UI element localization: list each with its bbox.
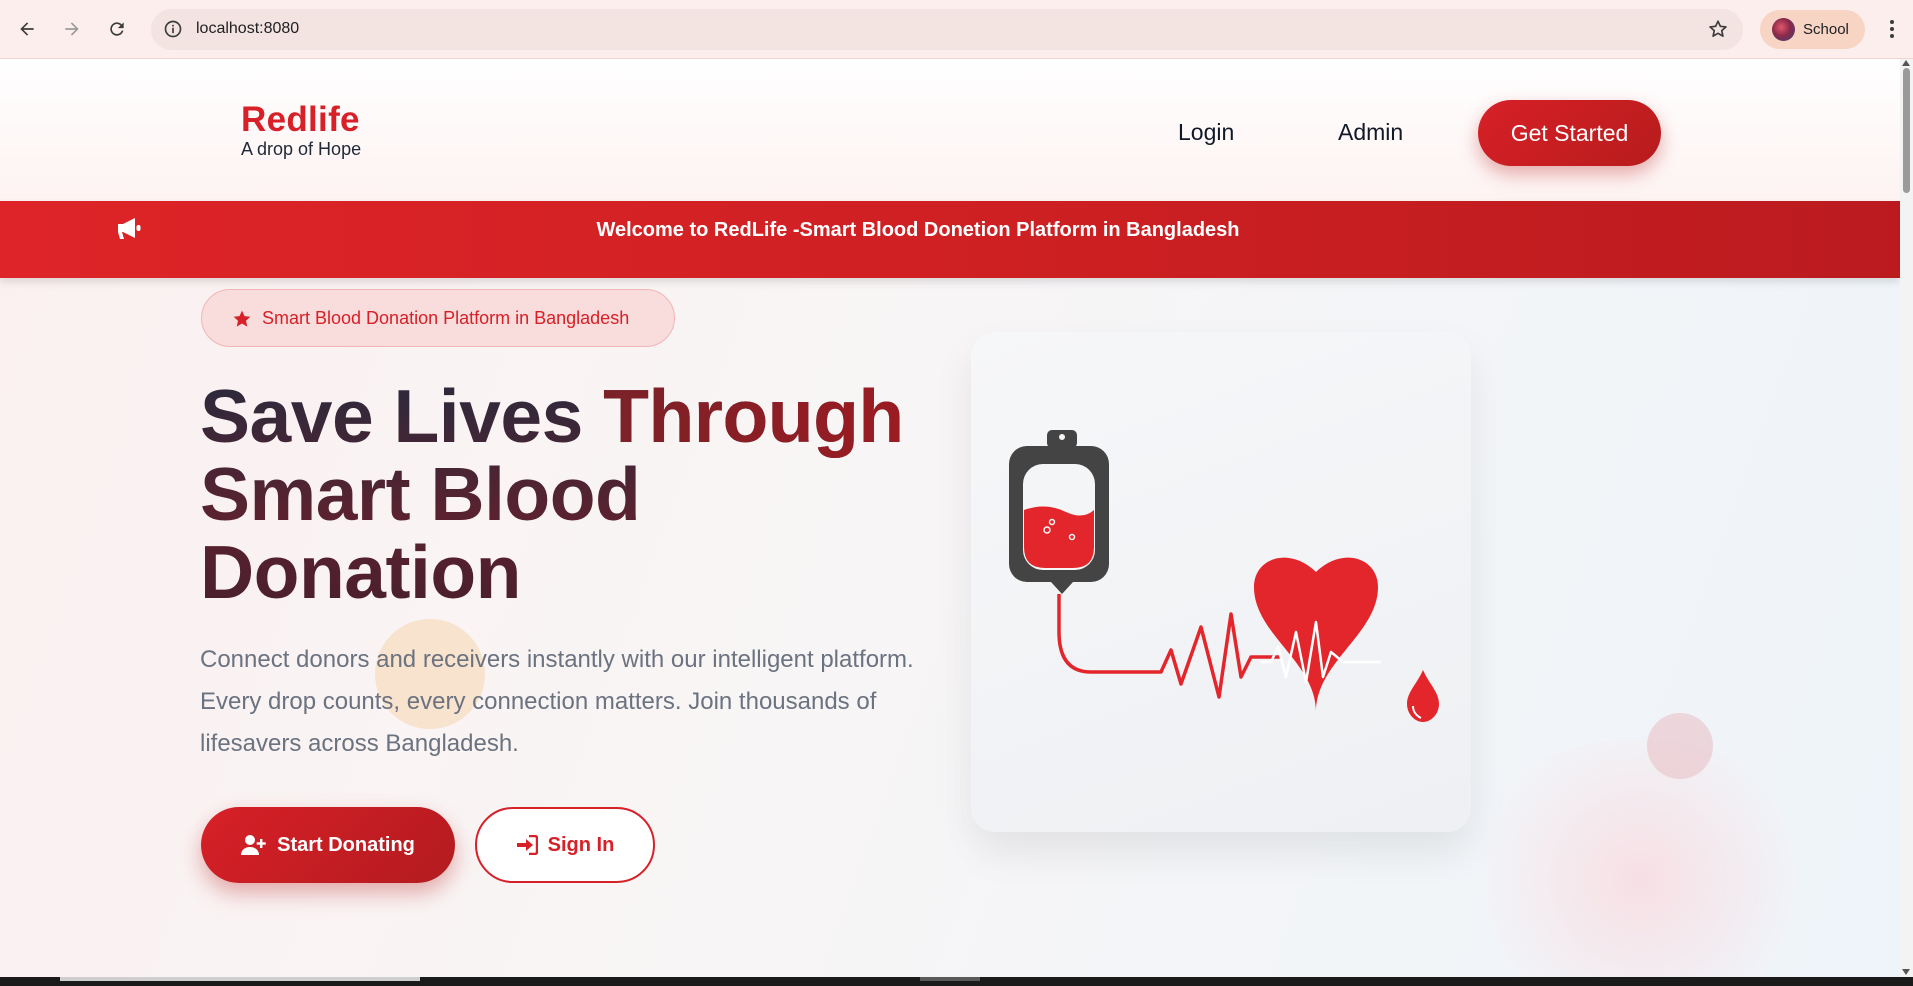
star-icon bbox=[233, 310, 251, 327]
page-viewport: Redlife A drop of Hope Login Admin Get S… bbox=[0, 59, 1900, 977]
brand[interactable]: Redlife A drop of Hope bbox=[241, 101, 361, 160]
nav-admin-link[interactable]: Admin bbox=[1338, 119, 1403, 146]
browser-toolbar: localhost:8080 School bbox=[0, 0, 1913, 59]
site-header: Redlife A drop of Hope Login Admin Get S… bbox=[0, 59, 1900, 201]
back-button[interactable] bbox=[11, 13, 43, 45]
avatar bbox=[1772, 18, 1795, 41]
start-donating-label: Start Donating bbox=[277, 833, 415, 856]
arrow-left-icon bbox=[20, 22, 34, 36]
hero-description: Connect donors and receivers instantly w… bbox=[200, 646, 914, 757]
heartbeat-line bbox=[1057, 594, 1281, 699]
nav-login-link[interactable]: Login bbox=[1178, 119, 1234, 146]
scroll-down-icon[interactable] bbox=[1902, 969, 1910, 975]
reload-icon bbox=[110, 22, 124, 36]
profile-label: School bbox=[1803, 21, 1849, 38]
hero-badge-text: Smart Blood Donation Platform in Banglad… bbox=[262, 308, 630, 328]
sign-in-icon bbox=[516, 835, 538, 855]
url-text: localhost:8080 bbox=[196, 20, 300, 37]
address-bar[interactable]: localhost:8080 bbox=[151, 9, 1743, 50]
hero-illustration-card bbox=[971, 332, 1471, 832]
taskbar-strip bbox=[0, 977, 1913, 986]
sign-in-button[interactable]: Sign In bbox=[475, 807, 655, 883]
sign-in-label: Sign In bbox=[547, 833, 615, 856]
arrow-right-icon bbox=[65, 22, 79, 36]
heart-icon bbox=[1254, 557, 1378, 712]
hero-headline: Save Lives Through Smart Blood Donation bbox=[200, 377, 960, 611]
decorative-glow bbox=[1450, 739, 1830, 977]
profile-button[interactable]: School bbox=[1760, 10, 1865, 49]
brand-tagline: A drop of Hope bbox=[241, 139, 362, 159]
page-scrollbar[interactable] bbox=[1900, 59, 1913, 977]
announcement-text: Welcome to RedLife -Smart Blood Donetion… bbox=[596, 219, 1240, 241]
decorative-orb bbox=[1647, 713, 1713, 779]
brand-name: Redlife bbox=[241, 100, 360, 139]
scroll-up-icon[interactable] bbox=[1902, 60, 1910, 66]
forward-button[interactable] bbox=[56, 13, 88, 45]
blood-drop-icon bbox=[1407, 670, 1439, 722]
hero-badge: Smart Blood Donation Platform in Banglad… bbox=[201, 289, 675, 347]
announcement-bar: Welcome to RedLife -Smart Blood Donetion… bbox=[0, 201, 1900, 278]
headline-part2: Smart Blood Donation bbox=[200, 452, 641, 614]
scrollbar-thumb[interactable] bbox=[1903, 68, 1910, 193]
reload-button[interactable] bbox=[101, 13, 133, 45]
start-donating-button[interactable]: Start Donating bbox=[201, 807, 455, 883]
blood-donation-illustration bbox=[1009, 430, 1439, 722]
user-plus-icon bbox=[241, 835, 266, 855]
bookmark-star-icon[interactable] bbox=[1707, 18, 1729, 40]
more-menu-icon[interactable] bbox=[1880, 17, 1904, 41]
site-info-icon[interactable] bbox=[163, 19, 183, 39]
get-started-button[interactable]: Get Started bbox=[1478, 100, 1661, 166]
headline-accent: Through bbox=[603, 374, 904, 458]
headline-part1: Save Lives bbox=[200, 374, 604, 458]
